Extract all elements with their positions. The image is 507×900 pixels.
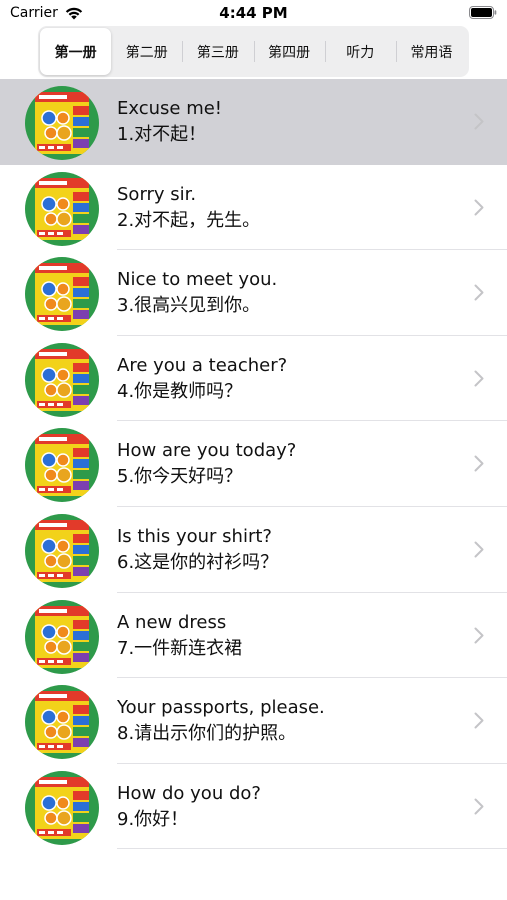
book-cover-thumbnail xyxy=(25,685,99,760)
lesson-text: How do you do? 9.你好！ xyxy=(117,781,261,833)
lesson-text: Nice to meet you. 3.很高兴见到你。 xyxy=(117,267,277,319)
lesson-text: How are you today? 5.你今天好吗？ xyxy=(117,438,296,490)
lesson-list: Excuse me! 1.对不起！ Sorry sir. 2.对不起，先生。 Nice … xyxy=(0,79,507,850)
book-segmented-control: 第一册 第二册 第三册 第四册 听力 常用语 xyxy=(38,26,469,77)
lesson-row-3[interactable]: Nice to meet you. 3.很高兴见到你。 xyxy=(0,250,507,336)
chevron-right-icon xyxy=(474,370,484,387)
lesson-english: Is this your shirt? xyxy=(117,525,272,547)
lesson-chinese: 3.很高兴见到你。 xyxy=(117,295,261,317)
lesson-chinese: 4.你是教师吗？ xyxy=(117,380,243,402)
lesson-row-2[interactable]: Sorry sir. 2.对不起，先生。 xyxy=(0,164,507,251)
battery-icon xyxy=(469,6,497,19)
lesson-row-4[interactable]: Are you a teacher? 4.你是教师吗？ xyxy=(0,335,507,422)
book-cover-thumbnail xyxy=(25,428,99,503)
lesson-text: A new dress 7.一件新连衣裙 xyxy=(117,610,242,662)
tab-1[interactable]: 第一册 xyxy=(40,28,112,75)
lesson-text: Are you a teacher? 4.你是教师吗？ xyxy=(117,353,287,405)
lesson-row-8[interactable]: Your passports, please. 8.请出示你们的护照。 xyxy=(0,678,507,764)
lesson-chinese: 2.对不起，先生。 xyxy=(117,209,261,231)
tab-3[interactable]: 第三册 xyxy=(182,28,253,75)
chevron-right-icon xyxy=(474,284,484,301)
chevron-right-icon xyxy=(474,199,484,216)
lesson-chinese: 7.一件新连衣裙 xyxy=(117,637,243,659)
lesson-row-9[interactable]: How do you do? 9.你好！ xyxy=(0,763,507,850)
lesson-chinese: 6.这是你的衬衫吗？ xyxy=(117,551,279,573)
chevron-right-icon xyxy=(474,541,484,558)
chevron-right-icon xyxy=(474,455,484,472)
lesson-chinese: 9.你好！ xyxy=(117,808,189,830)
lesson-english: How are you today? xyxy=(117,440,297,462)
lesson-row-1[interactable]: Excuse me! 1.对不起！ xyxy=(0,79,507,165)
chevron-right-icon xyxy=(474,113,484,130)
book-cover-thumbnail xyxy=(25,342,99,417)
book-cover-thumbnail xyxy=(25,513,99,588)
status-bar: Carrier 4:44 PM xyxy=(0,0,507,26)
book-cover-thumbnail xyxy=(25,770,99,845)
book-cover-thumbnail xyxy=(25,599,99,674)
tab-4[interactable]: 第四册 xyxy=(253,28,325,75)
tab-5[interactable]: 听力 xyxy=(324,28,396,75)
lesson-english: Nice to meet you. xyxy=(117,269,278,291)
chevron-right-icon xyxy=(474,798,484,815)
lesson-text: Sorry sir. 2.对不起，先生。 xyxy=(117,182,260,234)
book-cover-thumbnail xyxy=(25,257,99,332)
status-time: 4:44 PM xyxy=(219,4,288,22)
lesson-chinese: 5.你今天好吗？ xyxy=(117,466,243,488)
lesson-english: How do you do? xyxy=(117,782,261,804)
lesson-chinese: 1.对不起！ xyxy=(117,124,207,145)
lesson-text: Your passports, please. 8.请出示你们的护照。 xyxy=(117,695,325,747)
lesson-chinese: 8.请出示你们的护照。 xyxy=(117,723,297,745)
chevron-right-icon xyxy=(474,627,484,644)
tab-2[interactable]: 第二册 xyxy=(111,28,182,75)
lesson-english: Are you a teacher? xyxy=(117,354,288,376)
book-cover-thumbnail xyxy=(25,86,99,160)
lesson-text: Excuse me! 1.对不起！ xyxy=(117,96,222,148)
lesson-english: Your passports, please. xyxy=(117,697,325,719)
lesson-row-7[interactable]: A new dress 7.一件新连衣裙 xyxy=(0,592,507,679)
lesson-english: A new dress xyxy=(117,611,227,633)
lesson-english: Sorry sir. xyxy=(117,183,197,205)
chevron-right-icon xyxy=(474,712,484,729)
tab-6[interactable]: 常用语 xyxy=(395,28,467,75)
lesson-row-6[interactable]: Is this your shirt? 6.这是你的衬衫吗？ xyxy=(0,506,507,593)
lesson-text: Is this your shirt? 6.这是你的衬衫吗？ xyxy=(117,524,278,576)
lesson-row-5[interactable]: How are you today? 5.你今天好吗？ xyxy=(0,421,507,507)
lesson-english: Excuse me! xyxy=(117,98,223,119)
row-separator xyxy=(117,848,507,850)
book-cover-thumbnail xyxy=(25,171,99,246)
